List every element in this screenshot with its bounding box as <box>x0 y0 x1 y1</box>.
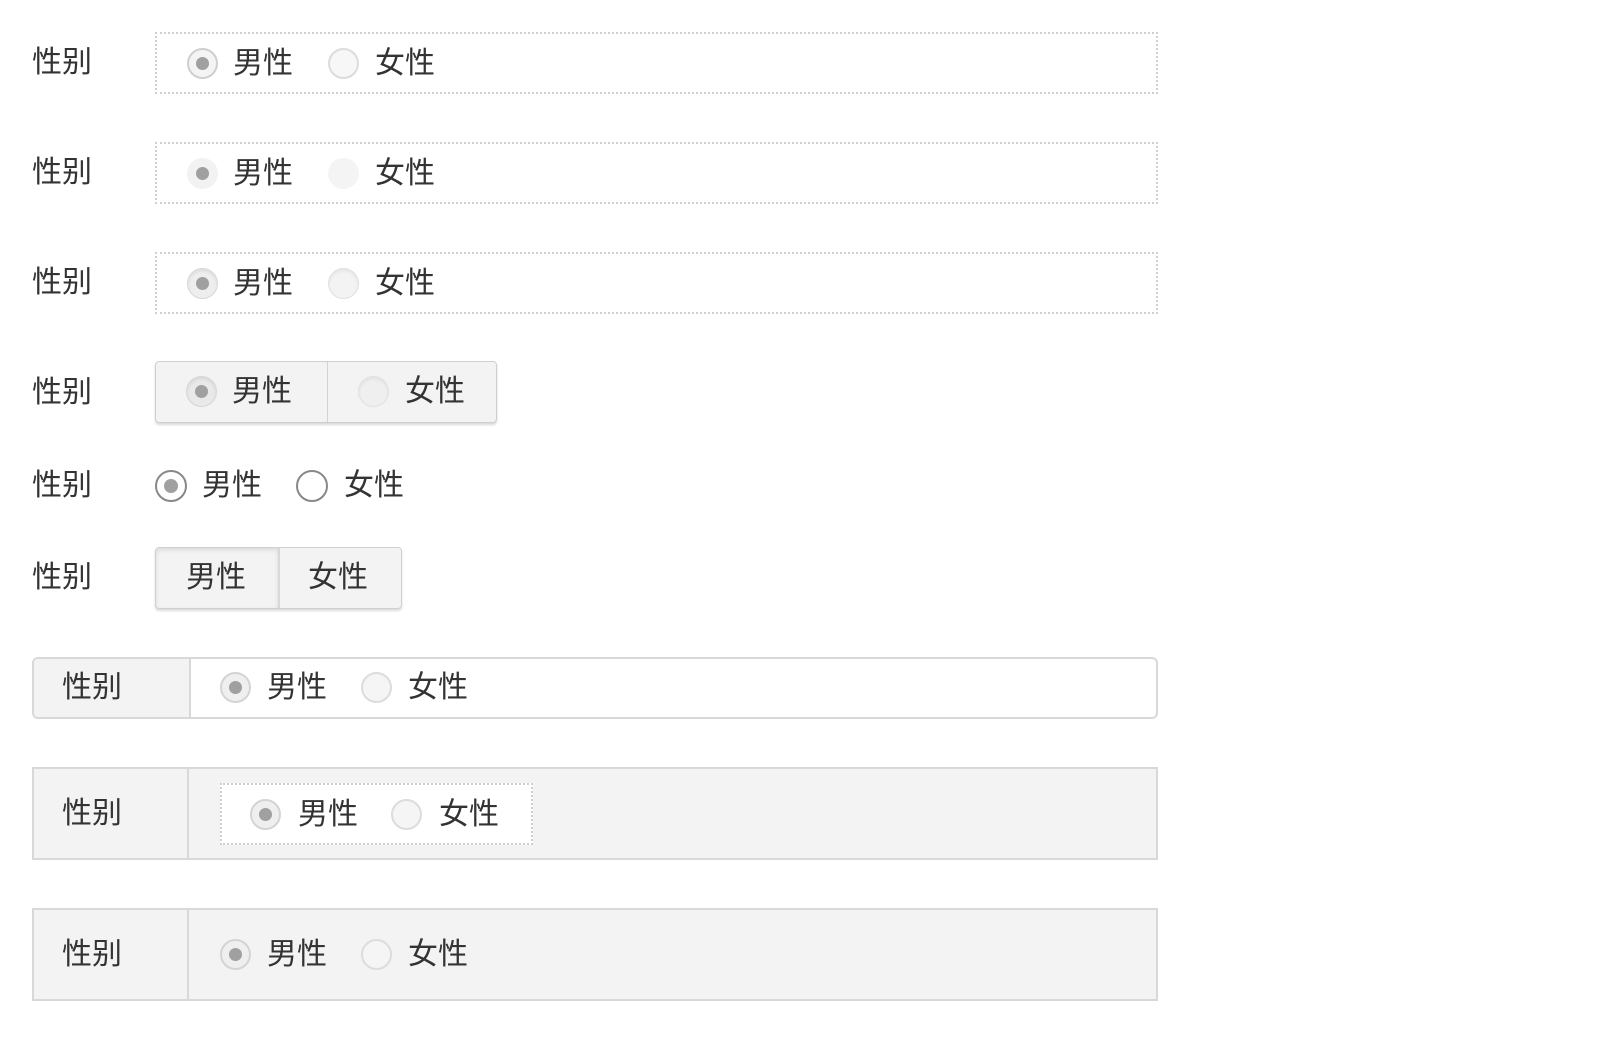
radio-male[interactable] <box>220 672 251 703</box>
option-label-female: 女性 <box>375 156 435 191</box>
field-label: 性别 <box>32 265 92 300</box>
radio-selected-dot <box>164 479 178 493</box>
radio-male[interactable] <box>187 48 218 79</box>
field-label: 性别 <box>62 937 122 972</box>
segmented-control: 男性 女性 <box>155 547 402 609</box>
radio-group: 男性 女性 <box>220 783 533 845</box>
option-label-male: 男性 <box>267 937 327 972</box>
field-table: 性别 男性 女性 <box>32 657 1158 719</box>
radio-female[interactable] <box>328 158 359 189</box>
form-row-3: 性别 男性 女性 <box>32 252 1158 314</box>
option-label-male: 男性 <box>232 374 292 409</box>
option-label-female: 女性 <box>408 670 468 705</box>
form-row-7: 性别 男性 女性 <box>32 657 1158 719</box>
field-table: 性别 男性 女性 <box>32 908 1158 1001</box>
radio-female[interactable] <box>328 48 359 79</box>
form-row-2: 性别 男性 女性 <box>32 142 1158 204</box>
segment-label-female: 女性 <box>308 560 368 595</box>
field-label: 性别 <box>32 468 92 503</box>
radio-selected-dot <box>229 948 242 961</box>
field-label: 性别 <box>62 670 122 705</box>
form-row-8: 性别 男性 女性 <box>32 767 1158 860</box>
radio-female[interactable] <box>328 268 359 299</box>
field-table: 性别 男性 女性 <box>32 767 1158 860</box>
option-label-female: 女性 <box>408 937 468 972</box>
option-label-male: 男性 <box>233 266 293 301</box>
form-row-6: 性别 男性 女性 <box>32 547 1158 611</box>
form-row-9: 性别 男性 女性 <box>32 908 1158 1001</box>
label-cell: 性别 <box>34 769 189 858</box>
radio-male[interactable] <box>187 268 218 299</box>
option-label-female: 女性 <box>344 468 404 503</box>
field-label: 性别 <box>32 155 92 190</box>
option-label-male: 男性 <box>233 46 293 81</box>
radio-selected-dot <box>259 808 272 821</box>
field-label: 性别 <box>32 560 92 595</box>
radio-button-group: 男性 女性 <box>155 361 497 423</box>
label-cell: 性别 <box>34 910 189 999</box>
field-label: 性别 <box>32 375 92 410</box>
radio-selected-dot <box>195 385 208 398</box>
radio-selected-dot <box>229 681 242 694</box>
radio-female[interactable] <box>296 470 328 502</box>
option-label-male: 男性 <box>202 468 262 503</box>
option-label-male: 男性 <box>233 156 293 191</box>
form-row-1: 性别 男性 女性 <box>32 32 1158 94</box>
radio-group: 男性 女性 <box>155 252 1158 314</box>
segment-label-male: 男性 <box>186 560 246 595</box>
option-label-female: 女性 <box>405 374 465 409</box>
option-label-male: 男性 <box>298 797 358 832</box>
field-label: 性别 <box>62 796 122 831</box>
radio-selected-dot <box>196 277 209 290</box>
radio-male[interactable] <box>155 470 187 502</box>
option-male-button[interactable]: 男性 <box>156 362 328 422</box>
radio-male[interactable] <box>187 158 218 189</box>
label-cell: 性别 <box>34 659 191 717</box>
option-female-button[interactable]: 女性 <box>328 362 496 422</box>
option-label-male: 男性 <box>267 670 327 705</box>
segment-female[interactable]: 女性 <box>280 548 401 608</box>
radio-male[interactable] <box>250 799 281 830</box>
radio-female[interactable] <box>391 799 422 830</box>
radio-selected-dot <box>196 57 209 70</box>
radio-group: 男性 女性 <box>155 32 1158 94</box>
field-label: 性别 <box>32 45 92 80</box>
radio-group: 男性 女性 <box>155 142 1158 204</box>
option-label-female: 女性 <box>375 46 435 81</box>
radio-male <box>186 376 217 407</box>
radio-female[interactable] <box>361 939 392 970</box>
option-label-female: 女性 <box>375 266 435 301</box>
form-row-4: 性别 男性 女性 <box>32 361 1158 425</box>
radio-female[interactable] <box>361 672 392 703</box>
form-row-5: 性别 男性 女性 <box>32 468 1158 508</box>
option-label-female: 女性 <box>439 797 499 832</box>
radio-selected-dot <box>196 167 209 180</box>
radio-female <box>358 376 389 407</box>
segment-male[interactable]: 男性 <box>156 548 280 608</box>
radio-male[interactable] <box>220 939 251 970</box>
